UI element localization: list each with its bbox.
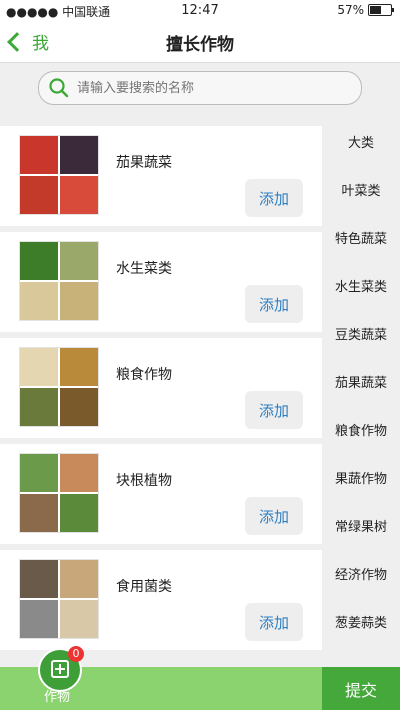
category-item[interactable]: 葱姜蒜类 (322, 600, 400, 648)
category-item[interactable]: 特色蔬菜 (322, 216, 400, 264)
battery-percent: 57% (337, 3, 364, 17)
crop-name: 块根植物 (116, 473, 172, 489)
category-item[interactable]: 叶菜类 (322, 168, 400, 216)
add-button[interactable]: 添加 (245, 391, 303, 429)
list-item: 茄果蔬菜 添加 (0, 126, 322, 226)
submit-button[interactable]: 提交 (322, 667, 400, 710)
category-item[interactable]: 大类 (322, 120, 400, 168)
category-item[interactable]: 果蔬作物 (322, 456, 400, 504)
list-item: 块根植物 添加 (0, 444, 322, 544)
add-button[interactable]: 添加 (245, 285, 303, 323)
category-item[interactable]: 粮食作物 (322, 408, 400, 456)
crop-thumbnail (19, 559, 99, 639)
crop-thumbnail (19, 135, 99, 215)
battery-icon (368, 4, 394, 16)
category-sidebar: 大类 叶菜类 特色蔬菜 水生菜类 豆类蔬菜 茄果蔬菜 粮食作物 果蔬作物 常绿果… (322, 120, 400, 648)
add-button[interactable]: 添加 (245, 179, 303, 217)
list-item: 水生菜类 添加 (0, 232, 322, 332)
add-button[interactable]: 添加 (245, 497, 303, 535)
crop-name: 食用菌类 (116, 579, 172, 595)
category-item[interactable]: 常绿果树 (322, 504, 400, 552)
crop-thumbnail (19, 347, 99, 427)
category-item[interactable]: 豆类蔬菜 (322, 312, 400, 360)
category-item[interactable]: 茄果蔬菜 (322, 360, 400, 408)
crop-name: 粮食作物 (116, 367, 172, 383)
search-icon (49, 78, 69, 98)
list-item: 粮食作物 添加 (0, 338, 322, 438)
medical-kit-icon (51, 660, 69, 678)
category-item[interactable]: 水生菜类 (322, 264, 400, 312)
add-button[interactable]: 添加 (245, 603, 303, 641)
crop-name: 茄果蔬菜 (116, 155, 172, 171)
crop-thumbnail (19, 241, 99, 321)
list-item: 食用菌类 添加 (0, 550, 322, 650)
cart-count-badge: 0 (68, 646, 84, 662)
status-right: 57% (337, 3, 394, 17)
crop-cart-label: 作物 (44, 690, 71, 705)
crop-thumbnail (19, 453, 99, 533)
nav-bar: 我 擅长作物 (0, 20, 400, 63)
status-bar: ●●●●● 中国联通 12:47 57% (0, 0, 400, 20)
crop-name: 水生菜类 (116, 261, 172, 277)
category-item[interactable]: 经济作物 (322, 552, 400, 600)
search-input[interactable] (75, 79, 349, 97)
search-area (0, 63, 400, 115)
page-title: 擅长作物 (166, 35, 234, 55)
search-box[interactable] (38, 71, 362, 105)
